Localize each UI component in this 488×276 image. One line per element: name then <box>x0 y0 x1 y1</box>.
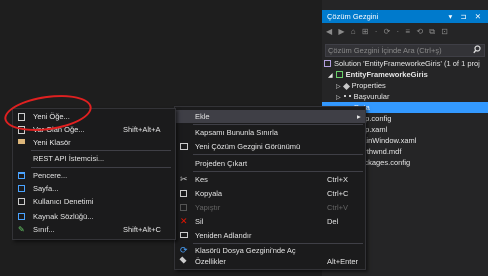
menu-item-label: Kopyala <box>195 189 223 198</box>
menu-item-label: Yeni Klasör <box>33 138 71 147</box>
search-input[interactable]: Çözüm Gezgini İçinde Ara (Ctrl+ş) <box>325 44 485 57</box>
tree-item-label: EntityFrameworkeGiris <box>345 70 428 79</box>
tree-item-solution[interactable]: Solution 'EntityFrameworkeGiris' (1 of 1… <box>322 58 488 69</box>
open-folder-icon: ⟳ <box>180 245 188 255</box>
menu-item-shortcut: Alt+Enter <box>327 257 359 266</box>
tree-item-label: Başvurular <box>353 92 390 101</box>
submenu-item-page[interactable]: Sayfa... <box>13 182 175 195</box>
menu-separator <box>193 171 363 172</box>
menu-item-label: REST API İstemcisi... <box>33 154 105 163</box>
menu-item-rename[interactable]: Yeniden Adlandır <box>175 229 365 242</box>
rename-icon <box>180 232 188 238</box>
menu-item-label: Sınıf... <box>33 225 55 234</box>
window-icon <box>18 172 25 179</box>
menu-item-shortcut: Ctrl+V <box>327 203 349 212</box>
submenu-item-user-control[interactable]: Kullanıcı Denetimi <box>13 195 175 208</box>
wrench-icon <box>342 82 350 91</box>
solution-explorer-title: Çözüm Gezgini <box>327 12 379 21</box>
expander-icon[interactable]: ▷ <box>336 84 341 90</box>
solution-explorer-toolbar[interactable]: ◀ ▶ ⌂ ⊞ · ⟳ · ≡ ⟲ ⧉ ⊡ <box>326 27 450 37</box>
menu-item-shortcut: Ctrl+C <box>327 189 349 198</box>
new-folder-icon <box>18 139 25 144</box>
menu-item-label: Pencere... <box>33 171 68 180</box>
new-view-icon <box>180 143 188 150</box>
menu-item-paste: Yapıştır Ctrl+V <box>175 201 365 214</box>
menu-item-label: Sil <box>195 217 204 226</box>
submenu-item-rest-api[interactable]: REST API İstemcisi... <box>13 152 175 165</box>
tree-item-label: Solution 'EntityFrameworkeGiris' (1 of 1… <box>334 59 480 68</box>
csharp-project-icon <box>335 71 343 78</box>
tree-item-properties[interactable]: ▷ Properties <box>322 80 488 91</box>
copy-icon <box>180 190 187 197</box>
menu-item-exclude[interactable]: Projeden Çıkart <box>175 157 365 170</box>
menu-item-delete[interactable]: ✕ Sil Del <box>175 215 365 228</box>
menu-item-properties[interactable]: Özellikler Alt+Enter <box>175 255 365 268</box>
user-control-icon <box>18 198 25 205</box>
menu-item-label: Projeden Çıkart <box>195 159 248 168</box>
properties-icon <box>179 256 187 264</box>
solution-explorer-titlebar[interactable]: Çözüm Gezgini ▾ ⊐ ✕ <box>322 10 488 23</box>
search-icon[interactable] <box>473 45 481 56</box>
menu-item-label: Sayfa... <box>33 184 59 193</box>
menu-item-label: Kaynak Sözlüğü... <box>33 212 94 221</box>
references-icon <box>343 95 351 100</box>
submenu-item-resource-dictionary[interactable]: Kaynak Sözlüğü... <box>13 210 175 223</box>
menu-item-label: Özellikler <box>195 257 226 266</box>
menu-item-label: Ekle <box>195 112 210 121</box>
menu-item-label: Yeniden Adlandır <box>195 231 252 240</box>
menu-separator <box>193 154 363 155</box>
menu-item-label: Kapsamı Bununla Sınırla <box>195 128 278 137</box>
menu-item-shortcut: Shift+Alt+C <box>123 225 161 234</box>
submenu-arrow-icon: ▸ <box>357 112 361 121</box>
menu-item-ekle[interactable]: Ekle ▸ <box>175 110 365 123</box>
menu-item-shortcut: Ctrl+X <box>327 175 349 184</box>
cut-icon: ✂ <box>180 174 188 184</box>
window-controls[interactable]: ▾ ⊐ ✕ <box>448 12 484 21</box>
resource-dictionary-icon <box>18 213 25 220</box>
solution-icon <box>324 60 331 67</box>
menu-item-label: Kes <box>195 175 208 184</box>
menu-item-shortcut: Del <box>327 217 339 226</box>
submenu-item-new-folder[interactable]: Yeni Klasör <box>13 136 175 149</box>
context-menu: Ekle ▸ Kapsamı Bununla Sınırla Yeni Çözü… <box>174 106 366 270</box>
tree-item-references[interactable]: ▷ Başvurular <box>322 91 488 102</box>
submenu-item-class[interactable]: ✎ Sınıf... Shift+Alt+C <box>13 223 175 236</box>
submenu-item-window[interactable]: Pencere... <box>13 169 175 182</box>
delete-icon: ✕ <box>180 216 188 226</box>
menu-separator <box>31 150 171 151</box>
menu-item-label: Kullanıcı Denetimi <box>33 197 94 206</box>
menu-item-shortcut: Shift+Alt+A <box>123 125 161 134</box>
menu-item-copy[interactable]: Kopyala Ctrl+C <box>175 187 365 200</box>
menu-item-label: Yeni Çözüm Gezgini Görünümü <box>195 142 301 151</box>
paste-icon <box>180 204 187 211</box>
tree-item-label: Properties <box>351 81 386 90</box>
menu-separator <box>31 167 171 168</box>
class-icon: ✎ <box>18 225 25 234</box>
menu-item-scope[interactable]: Kapsamı Bununla Sınırla <box>175 126 365 139</box>
menu-item-new-view[interactable]: Yeni Çözüm Gezgini Görünümü <box>175 140 365 153</box>
expander-icon[interactable]: ▷ <box>336 95 341 101</box>
tree-item-project[interactable]: ◢ EntityFrameworkeGiris <box>322 69 488 80</box>
expander-icon[interactable]: ◢ <box>328 73 333 79</box>
menu-separator <box>193 124 363 125</box>
page-icon <box>18 185 25 192</box>
menu-item-label: Yapıştır <box>195 203 221 212</box>
search-placeholder: Çözüm Gezgini İçinde Ara (Ctrl+ş) <box>328 46 442 55</box>
menu-item-cut[interactable]: ✂ Kes Ctrl+X <box>175 173 365 186</box>
